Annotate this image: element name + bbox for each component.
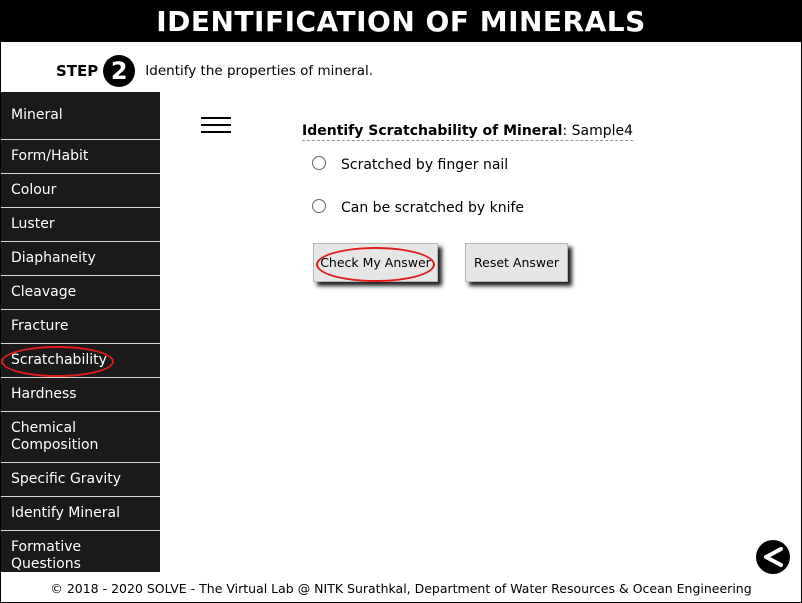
sidebar-item-colour[interactable]: Colour — [1, 174, 160, 208]
option-finger-nail[interactable]: Scratched by finger nail — [312, 156, 509, 173]
radio-knife[interactable] — [312, 199, 326, 213]
sidebar-item-formative-questions[interactable]: Formative Questions — [1, 531, 160, 572]
option-label: Can be scratched by knife — [341, 200, 524, 216]
sidebar-item-diaphaneity[interactable]: Diaphaneity — [1, 242, 160, 276]
step-instruction: Identify the properties of mineral. — [145, 63, 374, 79]
sidebar-item-form-habit[interactable]: Form/Habit — [1, 140, 160, 174]
hamburger-menu-icon[interactable] — [201, 117, 231, 138]
question-prefix: Identify Scratchability of Mineral — [302, 123, 563, 139]
footer-copyright: © 2018 - 2020 SOLVE - The Virtual Lab @ … — [50, 581, 752, 596]
sidebar-item-hardness[interactable]: Hardness — [1, 378, 160, 412]
step-indicator: STEP 2 Identify the properties of minera… — [56, 55, 374, 87]
check-answer-button[interactable]: Check My Answer — [313, 243, 438, 282]
sidebar-item-cleavage[interactable]: Cleavage — [1, 276, 160, 310]
sidebar-item-fracture[interactable]: Fracture — [1, 310, 160, 344]
back-arrow-icon[interactable] — [756, 540, 790, 574]
sidebar-item-mineral[interactable]: Mineral — [1, 92, 160, 140]
sidebar-item-luster[interactable]: Luster — [1, 208, 160, 242]
option-label: Scratched by finger nail — [341, 157, 509, 173]
sidebar-item-chemical-composition[interactable]: Chemical Composition — [1, 412, 160, 463]
question-sample: Sample4 — [567, 123, 634, 139]
radio-finger-nail[interactable] — [312, 156, 326, 170]
sidebar-nav: Mineral Form/Habit Colour Luster Diaphan… — [1, 92, 160, 572]
step-number-badge: 2 — [103, 55, 136, 87]
reset-answer-button[interactable]: Reset Answer — [465, 243, 568, 282]
question-text: Identify Scratchability of Mineral: Samp… — [302, 123, 634, 141]
sidebar-item-identify-mineral[interactable]: Identify Mineral — [1, 497, 160, 531]
option-knife[interactable]: Can be scratched by knife — [312, 199, 524, 216]
page-title: IDENTIFICATION OF MINERALS — [1, 1, 801, 42]
sidebar-item-specific-gravity[interactable]: Specific Gravity — [1, 463, 160, 497]
sidebar-item-scratchability[interactable]: Scratchability — [1, 344, 160, 378]
step-label: STEP — [56, 62, 99, 80]
